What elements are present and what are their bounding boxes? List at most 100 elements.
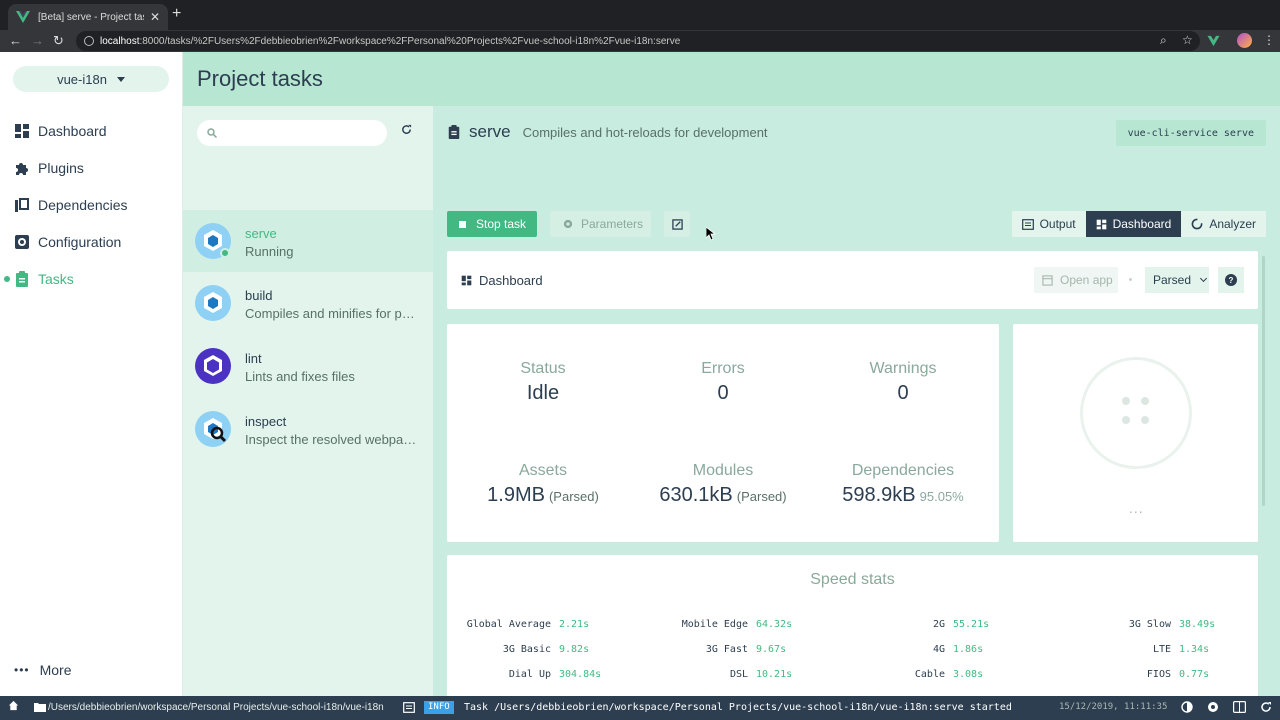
speed-stat-value: 64.32s <box>756 619 793 630</box>
folder-icon[interactable] <box>34 702 46 712</box>
speed-stat-value: 9.67s <box>756 644 787 655</box>
stat-assets: Assets 1.9MB (Parsed) <box>451 462 635 507</box>
stat-modules: Modules 630.1kB (Parsed) <box>631 462 815 507</box>
clipboard-icon <box>448 125 460 139</box>
speed-stat-label: LTE <box>1152 644 1171 655</box>
new-tab-icon[interactable]: + <box>172 5 181 23</box>
project-path[interactable]: /Users/debbieobrien/workspace/Personal P… <box>48 702 384 713</box>
tab-title: [Beta] serve - Project tasks - Vue CLI <box>38 11 144 23</box>
book-icon <box>15 197 29 212</box>
dashboard-icon <box>1096 219 1106 229</box>
task-item-lint[interactable]: lint Lints and fixes files <box>183 335 433 397</box>
home-icon[interactable] <box>8 700 19 711</box>
dark-mode-icon[interactable] <box>1181 701 1193 713</box>
speed-stat-value: 9.82s <box>559 644 590 655</box>
address-bar[interactable]: localhost:8000/tasks/%2FUsers%2Fdebbieob… <box>76 31 1200 51</box>
sidebar-item-configuration[interactable]: Configuration <box>0 223 183 260</box>
parameters-button[interactable]: Parameters <box>550 211 651 237</box>
command-badge: vue-cli-service serve <box>1115 120 1266 146</box>
stop-task-button[interactable]: Stop task <box>447 211 537 237</box>
help-icon: ? <box>1225 274 1237 286</box>
log-icon[interactable] <box>403 702 415 713</box>
vue-logo-icon <box>16 11 30 23</box>
scrollbar[interactable] <box>1262 256 1265 506</box>
speed-stat-label: 2G <box>932 619 945 630</box>
donut-placeholder <box>1080 357 1192 469</box>
dashboard-icon <box>461 275 472 286</box>
task-item-inspect[interactable]: inspect Inspect the resolved webpack con… <box>183 398 433 460</box>
speed-stat-value: 1.86s <box>953 644 984 655</box>
help-button[interactable]: ? <box>1218 267 1244 293</box>
stat-value: 0 <box>717 382 729 404</box>
size-mode-select[interactable]: Parsed <box>1145 267 1209 293</box>
sidebar-item-label: Dashboard <box>38 122 107 139</box>
sidebar-item-tasks[interactable]: Tasks <box>0 260 183 297</box>
log-timestamp: 15/12/2019, 11:11:35 <box>1059 702 1168 712</box>
log-message[interactable]: Task /Users/debbieobrien/workspace/Perso… <box>464 702 1012 713</box>
reload-icon[interactable]: ↻ <box>53 33 64 49</box>
gear-icon <box>15 234 29 249</box>
svg-text:?: ? <box>1229 276 1234 285</box>
page-title: Project tasks <box>197 66 323 91</box>
task-desc: Compiles and minifies for production <box>245 306 419 321</box>
back-icon[interactable]: ← <box>9 33 22 49</box>
info-icon[interactable] <box>84 36 94 46</box>
speed-stat-value: 0.77s <box>1179 669 1210 680</box>
sidebar-item-dependencies[interactable]: Dependencies <box>0 186 183 223</box>
browser-tab[interactable]: [Beta] serve - Project tasks - Vue CLI ✕ <box>8 4 168 30</box>
task-item-build[interactable]: build Compiles and minifies for producti… <box>183 272 433 334</box>
refresh-icon[interactable] <box>1260 701 1272 713</box>
tab-analyzer-label: Analyzer <box>1209 217 1256 231</box>
placeholder-dot <box>1141 416 1149 424</box>
speed-stat-value: 10.21s <box>756 669 793 680</box>
placeholder-dot <box>1141 397 1149 405</box>
zoom-icon[interactable]: ⌕ <box>1160 33 1167 48</box>
dashboard-title: Dashboard <box>461 273 543 288</box>
vue-ui-app: vue-i18n Dashboard Plugins Dependencies … <box>0 52 1280 696</box>
speed-stat-value: 304.84s <box>559 669 602 680</box>
asset-donut-card: ... <box>1013 324 1258 542</box>
speed-stat-label: Cable <box>914 669 945 680</box>
sidebar-nav: Dashboard Plugins Dependencies Configura… <box>0 112 183 297</box>
sidebar-item-label: Dependencies <box>38 196 128 213</box>
bookmark-star-icon[interactable]: ☆ <box>1182 33 1193 47</box>
speed-stat-value: 38.49s <box>1179 619 1216 630</box>
profile-avatar[interactable] <box>1237 33 1252 48</box>
clipboard-icon <box>16 270 28 287</box>
task-detail-name: serve <box>469 122 511 141</box>
tab-analyzer[interactable]: Analyzer <box>1181 211 1266 237</box>
external-link-icon <box>671 218 683 230</box>
open-external-button[interactable] <box>664 211 690 237</box>
more-label: More <box>39 662 72 678</box>
stat-label: Modules <box>692 462 754 479</box>
project-selector[interactable]: vue-i18n <box>13 66 169 92</box>
log-level-badge: INFO <box>424 701 454 714</box>
forward-icon[interactable]: → <box>31 33 44 49</box>
task-item-serve[interactable]: serve Running <box>183 210 433 272</box>
bug-icon[interactable] <box>1207 701 1219 713</box>
stat-value: 1.9MB (Parsed) <box>487 484 599 506</box>
vue-devtools-icon[interactable] <box>1207 35 1220 47</box>
placeholder-dot <box>1122 397 1130 405</box>
caret-down-icon <box>116 76 125 82</box>
task-name: serve <box>245 226 277 241</box>
search-input[interactable] <box>197 120 387 146</box>
sidebar-item-plugins[interactable]: Plugins <box>0 149 183 186</box>
speed-stat-label: 3G Basic <box>502 644 551 655</box>
menu-kebab-icon[interactable]: ⋮ <box>1263 33 1275 47</box>
open-app-button[interactable]: Open app <box>1034 267 1118 293</box>
parameters-label: Parameters <box>581 217 644 231</box>
status-bar: /Users/debbieobrien/workspace/Personal P… <box>0 696 1280 720</box>
task-desc: Inspect the resolved webpack config <box>245 432 419 447</box>
donut-more: ... <box>1129 500 1144 516</box>
translate-icon[interactable] <box>1233 701 1246 713</box>
tab-dashboard[interactable]: Dashboard <box>1085 211 1182 237</box>
task-name: build <box>245 288 273 303</box>
more-menu[interactable]: ••• More <box>14 662 72 678</box>
refresh-icon[interactable] <box>401 124 412 135</box>
terminal-icon <box>1021 218 1034 230</box>
tab-output[interactable]: Output <box>1011 211 1086 237</box>
sidebar-item-dashboard[interactable]: Dashboard <box>0 112 183 149</box>
close-tab-icon[interactable]: ✕ <box>150 10 160 24</box>
speed-stats-title: Speed stats <box>810 571 895 588</box>
